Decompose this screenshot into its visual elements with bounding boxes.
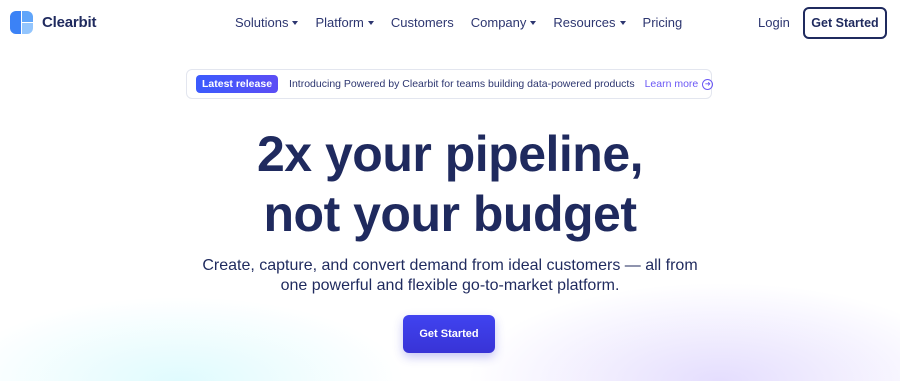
chevron-down-icon	[619, 20, 626, 25]
nav-item-pricing[interactable]: Pricing	[643, 15, 683, 30]
release-banner[interactable]: Latest release Introducing Powered by Cl…	[186, 69, 714, 99]
chevron-down-icon	[530, 20, 537, 25]
nav-item-label: Resources	[553, 15, 616, 30]
get-started-nav-button[interactable]: Get Started	[803, 7, 887, 39]
hero-subtext: Create, capture, and convert demand from…	[0, 256, 900, 296]
nav-item-label: Company	[470, 15, 527, 30]
main-menu: Solutions Platform Customers Company Res…	[235, 15, 699, 30]
nav-item-solutions[interactable]: Solutions	[235, 15, 299, 30]
chevron-down-icon	[367, 20, 374, 25]
chevron-down-icon	[292, 20, 299, 25]
get-started-hero-button[interactable]: Get Started	[403, 315, 495, 353]
hero-headline: 2x your pipeline, not your budget	[0, 124, 900, 244]
subtext-line-2: one powerful and flexible go-to-market p…	[280, 277, 620, 294]
clearbit-logo-icon	[10, 11, 33, 34]
nav-item-customers[interactable]: Customers	[391, 15, 454, 30]
nav-item-label: Customers	[390, 15, 454, 30]
learn-more-link[interactable]: Learn more ➜	[645, 78, 714, 90]
nav-item-label: Pricing	[642, 15, 683, 30]
brand-logo[interactable]: Clearbit	[10, 11, 96, 34]
nav-item-resources[interactable]: Resources	[553, 15, 626, 30]
banner-text: Introducing Powered by Clearbit for team…	[289, 78, 635, 90]
brand-name: Clearbit	[42, 14, 97, 31]
subtext-line-1: Create, capture, and convert demand from…	[202, 257, 698, 274]
nav-item-platform[interactable]: Platform	[315, 15, 374, 30]
headline-line-1: 2x your pipeline,	[256, 126, 644, 182]
arrow-circle-right-icon: ➜	[702, 78, 714, 90]
top-navigation: Clearbit Solutions Platform Customers Co…	[0, 0, 900, 46]
headline-line-2: not your budget	[263, 186, 638, 242]
latest-release-badge: Latest release	[196, 75, 279, 93]
nav-item-label: Solutions	[235, 15, 289, 30]
learn-more-label: Learn more	[644, 78, 699, 90]
login-link[interactable]: Login	[758, 15, 790, 30]
nav-item-company[interactable]: Company	[471, 15, 537, 30]
nav-item-label: Platform	[315, 15, 364, 30]
